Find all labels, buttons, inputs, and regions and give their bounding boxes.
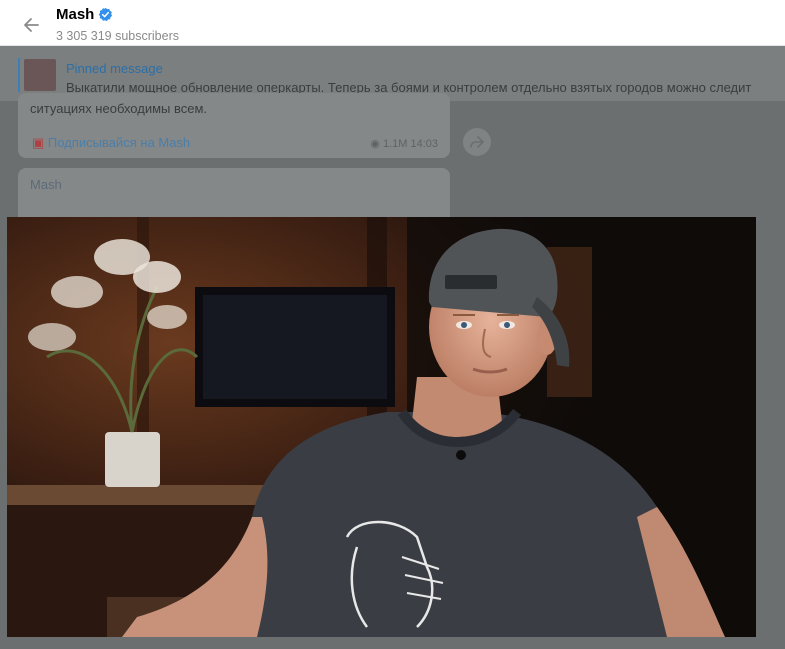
- views-icon: ◉: [370, 138, 380, 150]
- photo-image: [7, 217, 756, 637]
- pinned-thumbnail: [24, 59, 56, 91]
- channel-name: Mash: [56, 6, 95, 23]
- message-views-time: 1.1M 14:03: [382, 138, 438, 150]
- message-text: ситуациях необходимы всем.: [30, 101, 208, 116]
- arrow-left-icon: [24, 18, 39, 32]
- message-bubble-2[interactable]: Mash: [18, 168, 450, 218]
- media-viewer-photo[interactable]: [7, 217, 756, 637]
- subscribe-link-text: Подписывайся на Mash: [47, 135, 191, 150]
- back-button[interactable]: [18, 12, 44, 38]
- message-meta: ◉ 1.1M 14:03: [370, 137, 438, 150]
- subscriber-count: 3 305 319 subscribers: [56, 29, 179, 43]
- share-arrow-icon: [470, 136, 484, 148]
- chat-header: Mash 3 305 319 subscribers: [0, 0, 785, 46]
- channel-title-row[interactable]: Mash: [56, 6, 113, 23]
- subscribe-link[interactable]: ▣ Подписывайся на Mash: [32, 135, 190, 151]
- message-sender: Mash: [30, 177, 62, 192]
- pinned-title: Pinned message: [66, 61, 163, 76]
- share-button[interactable]: [463, 128, 491, 156]
- message-bubble[interactable]: ситуациях необходимы всем. ▣ Подписывайс…: [18, 93, 450, 158]
- verified-badge-icon: [99, 7, 113, 22]
- pinned-indicator: [18, 58, 20, 92]
- gift-icon: ▣: [32, 135, 45, 150]
